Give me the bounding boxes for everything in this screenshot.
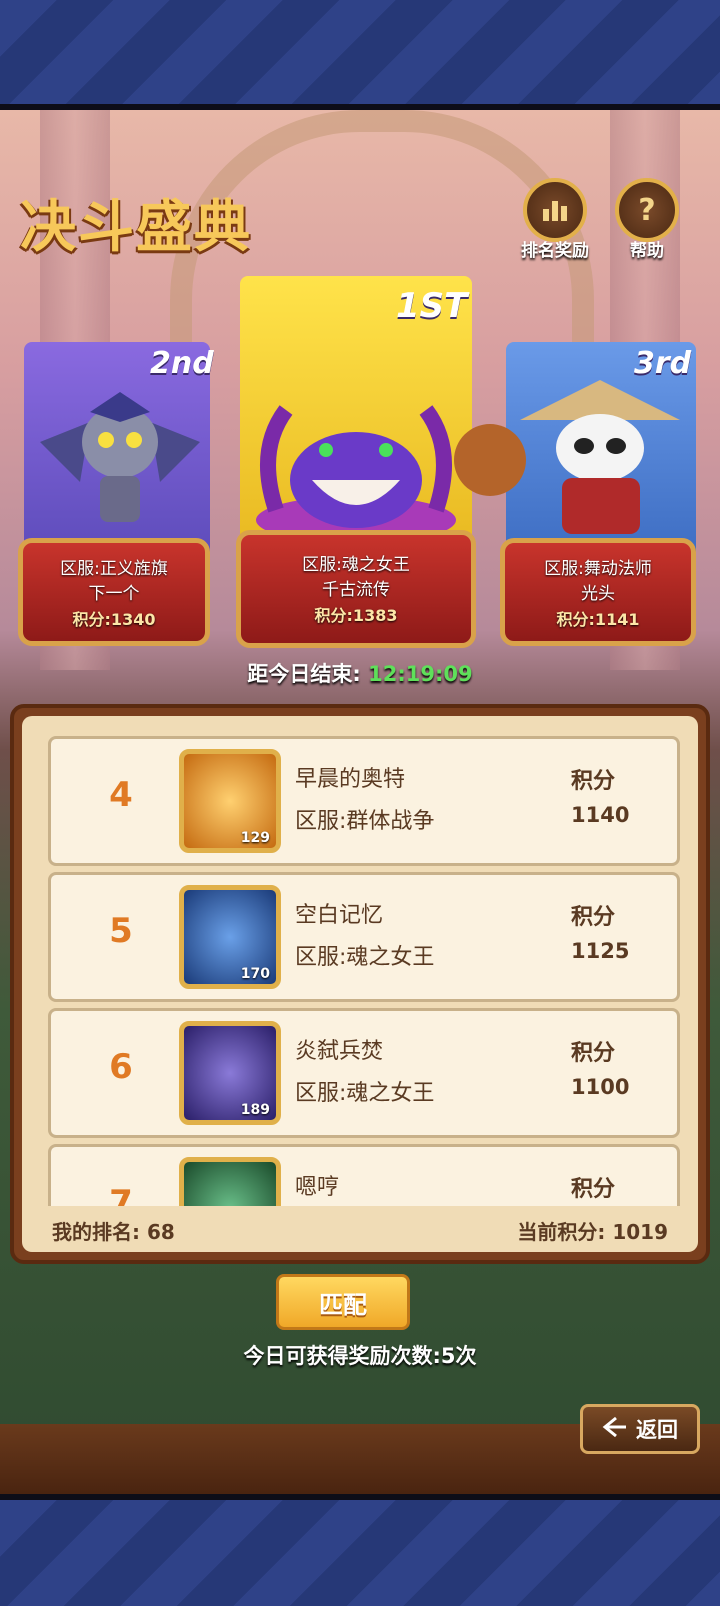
ranking-row[interactable]: 5 170 空白记忆 区服:魂之女王 积分 1125 bbox=[48, 872, 680, 1002]
podium-plate: 区服:正义旌旗 下一个 积分:1340 bbox=[18, 538, 210, 646]
back-button[interactable]: 返回 bbox=[580, 1404, 700, 1454]
bat-monster-image bbox=[30, 372, 210, 532]
player-avatar: 189 bbox=[179, 1021, 281, 1125]
ranking-panel: 4 129 早晨的奥特 区服:群体战争 积分 1140 5 170 空白记忆 区… bbox=[10, 704, 710, 1264]
bottom-frame bbox=[0, 1494, 720, 1606]
top-frame bbox=[0, 0, 720, 110]
ranking-panel-inner: 4 129 早晨的奥特 区服:群体战争 积分 1140 5 170 空白记忆 区… bbox=[22, 716, 698, 1252]
player-server: 区服:魂之女王 bbox=[295, 1081, 435, 1106]
score-label: 积分 bbox=[571, 769, 616, 794]
bar-chart-icon bbox=[523, 178, 587, 242]
score-label: 积分 bbox=[571, 1041, 616, 1066]
timer-value: 12:19:09 bbox=[368, 662, 473, 686]
avatar-level: 129 bbox=[240, 830, 270, 846]
player-avatar: 170 bbox=[179, 885, 281, 989]
player-name: 空白记忆 bbox=[295, 903, 384, 928]
player-avatar bbox=[179, 1157, 281, 1206]
match-button[interactable]: 匹配 bbox=[276, 1274, 410, 1330]
ranking-list[interactable]: 4 129 早晨的奥特 区服:群体战争 积分 1140 5 170 空白记忆 区… bbox=[48, 736, 680, 1206]
score-value: 1140 bbox=[571, 803, 630, 827]
page-title: 决斗盛典 bbox=[20, 195, 252, 260]
back-label: 返回 bbox=[636, 1418, 678, 1442]
ranking-row[interactable]: 7 嗯哼 积分 bbox=[48, 1144, 680, 1206]
help-button[interactable]: ? 帮助 bbox=[612, 178, 682, 261]
ranking-row[interactable]: 6 189 炎弑兵焚 区服:魂之女王 积分 1100 bbox=[48, 1008, 680, 1138]
ranking-row[interactable]: 4 129 早晨的奥特 区服:群体战争 积分 1140 bbox=[48, 736, 680, 866]
player-server: 区服:群体战争 bbox=[295, 809, 435, 834]
player-name: 早晨的奥特 bbox=[295, 767, 406, 792]
reward-count-info: 今日可获得奖励次数:5次 bbox=[243, 1344, 477, 1368]
score-value: 1100 bbox=[571, 1075, 630, 1099]
score-label: 积分 bbox=[571, 905, 616, 930]
rank-number: 4 bbox=[109, 775, 133, 815]
podium-score: 积分:1340 bbox=[72, 610, 156, 629]
score-value: 1125 bbox=[571, 939, 630, 963]
ranking-reward-button[interactable]: 排名奖励 bbox=[520, 178, 590, 261]
podium-server: 区服:舞动法师 bbox=[544, 559, 652, 579]
rank-number: 5 bbox=[109, 911, 133, 951]
player-name: 炎弑兵焚 bbox=[295, 1039, 384, 1064]
rank-number: 6 bbox=[109, 1047, 133, 1087]
player-server: 区服:魂之女王 bbox=[295, 945, 435, 970]
podium-server: 区服:魂之女王 bbox=[302, 555, 410, 575]
tentacle-monster-image bbox=[246, 390, 466, 550]
podium-plate: 区服:舞动法师 光头 积分:1141 bbox=[500, 538, 696, 646]
podium-score: 积分:1141 bbox=[556, 610, 640, 629]
my-rank: 我的排名: 68 bbox=[52, 1220, 175, 1244]
rank-tag-first: 1ST bbox=[396, 286, 468, 326]
podium-score: 积分:1383 bbox=[314, 606, 398, 625]
podium-plate: 区服:魂之女王 千古流传 积分:1383 bbox=[236, 530, 476, 648]
current-score: 当前积分: 1019 bbox=[517, 1220, 668, 1244]
timer-label: 距今日结束: bbox=[247, 662, 361, 686]
ranking-reward-label: 排名奖励 bbox=[521, 241, 589, 261]
player-name: 嗯哼 bbox=[295, 1175, 340, 1200]
panda-warrior-image bbox=[450, 360, 700, 540]
player-avatar: 129 bbox=[179, 749, 281, 853]
podium-player: 下一个 bbox=[88, 584, 140, 604]
game-screen: 决斗盛典 排名奖励 ? 帮助 2nd 区服:正义旌旗 下一个 积分:1340 1… bbox=[0, 110, 720, 1494]
question-icon: ? bbox=[615, 178, 679, 242]
podium-server: 区服:正义旌旗 bbox=[60, 559, 168, 579]
podium-player: 千古流传 bbox=[322, 580, 390, 600]
score-label: 积分 bbox=[571, 1177, 616, 1202]
podium-player: 光头 bbox=[581, 584, 615, 604]
avatar-level: 170 bbox=[240, 966, 270, 982]
help-label: 帮助 bbox=[630, 241, 664, 261]
back-arrow-icon bbox=[602, 1416, 628, 1443]
rank-number: 7 bbox=[109, 1183, 133, 1206]
day-end-timer: 距今日结束: 12:19:09 bbox=[0, 658, 720, 688]
avatar-level: 189 bbox=[240, 1102, 270, 1118]
